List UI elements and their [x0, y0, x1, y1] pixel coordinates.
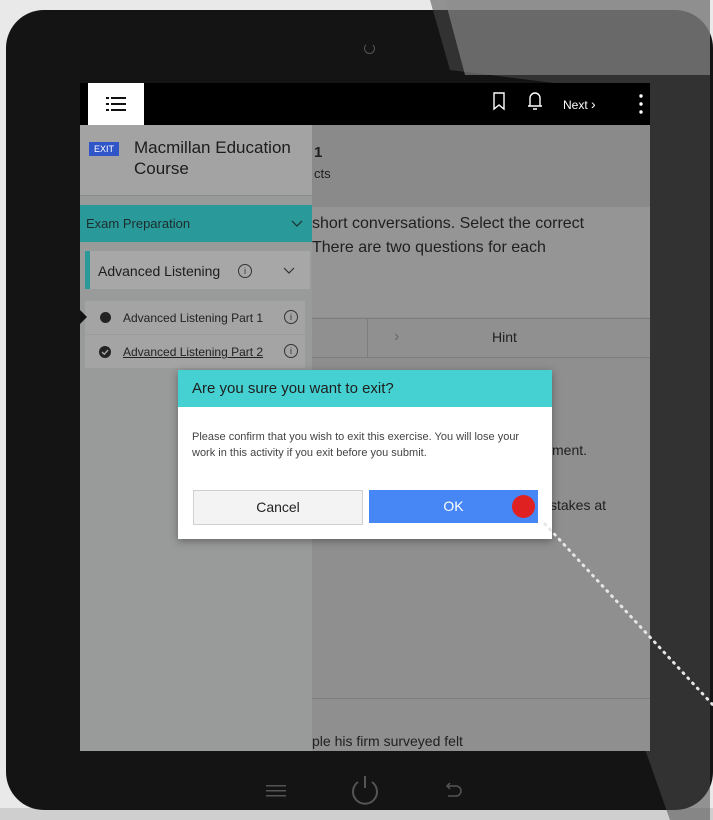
next-button[interactable]: Next › — [563, 96, 596, 112]
dialog-message: Please confirm that you wish to exit thi… — [192, 431, 520, 459]
main-header-band: 1 cts — [312, 125, 650, 207]
power-icon — [352, 776, 378, 805]
exit-button[interactable]: EXIT — [89, 142, 120, 156]
bottom-text-band: ple his firm surveyed felt — [312, 698, 650, 751]
more-vertical-icon[interactable] — [638, 93, 644, 115]
chevron-down-icon — [283, 267, 295, 274]
activity-number: 1 — [314, 144, 323, 161]
dialog-header: Are you sure you want to exit? — [178, 370, 552, 407]
transcript-fragment: ple his firm surveyed felt — [312, 733, 463, 749]
sidebar-item-label: Advanced Listening — [98, 263, 221, 279]
sidebar-item-part-2[interactable]: Advanced Listening Part 2 i — [85, 335, 305, 368]
info-icon[interactable]: i — [284, 310, 298, 324]
sidebar-item-exam-preparation[interactable]: Exam Preparation — [80, 205, 312, 242]
question-text-fragment: ment. — [552, 442, 588, 458]
question-text-fragment: stakes at — [550, 497, 607, 513]
current-arrow-icon — [80, 310, 87, 324]
sidebar-item-advanced-listening[interactable]: Advanced Listening i — [85, 251, 310, 289]
bell-icon[interactable] — [526, 89, 544, 113]
exit-confirm-dialog: Are you sure you want to exit? Please co… — [178, 370, 552, 539]
chevron-right-icon[interactable]: › — [394, 328, 399, 346]
bookmark-icon[interactable] — [492, 91, 506, 111]
instruction-line-2: There are two questions for each — [312, 239, 546, 256]
back-icon — [445, 782, 462, 797]
question-tabs: › Hint — [312, 318, 650, 358]
instructions-band: short conversations. Select the correct … — [312, 207, 650, 317]
check-circle-icon — [99, 346, 111, 358]
sidebar-item-label: Advanced Listening Part 1 — [123, 311, 264, 325]
activity-subtitle: cts — [314, 166, 331, 181]
chevron-right-icon: › — [591, 96, 596, 112]
hint-tab[interactable]: Hint — [492, 329, 517, 345]
next-label: Next — [563, 98, 588, 112]
info-icon[interactable]: i — [284, 344, 298, 358]
incomplete-dot-icon — [100, 312, 111, 323]
dialog-title: Are you sure you want to exit? — [192, 380, 394, 397]
sidebar-item-label: Exam Preparation — [86, 216, 191, 231]
click-marker — [512, 495, 535, 518]
menu-button[interactable] — [88, 83, 144, 125]
chevron-down-icon — [291, 220, 303, 227]
top-bar: Next › — [80, 83, 650, 125]
course-title: Macmillan Education Course — [134, 138, 291, 178]
front-camera — [364, 43, 375, 54]
sidebar-item-part-1[interactable]: Advanced Listening Part 1 i — [80, 301, 305, 334]
instruction-line-1: short conversations. Select the correct — [312, 215, 585, 232]
sidebar-item-label: Advanced Listening Part 2 — [123, 345, 264, 359]
list-menu-icon — [106, 97, 126, 111]
cancel-button[interactable]: Cancel — [193, 490, 363, 525]
menu-hardware-icon — [266, 785, 286, 797]
sidebar-header: EXIT Macmillan Education Course — [80, 125, 312, 196]
info-icon[interactable]: i — [238, 264, 252, 278]
